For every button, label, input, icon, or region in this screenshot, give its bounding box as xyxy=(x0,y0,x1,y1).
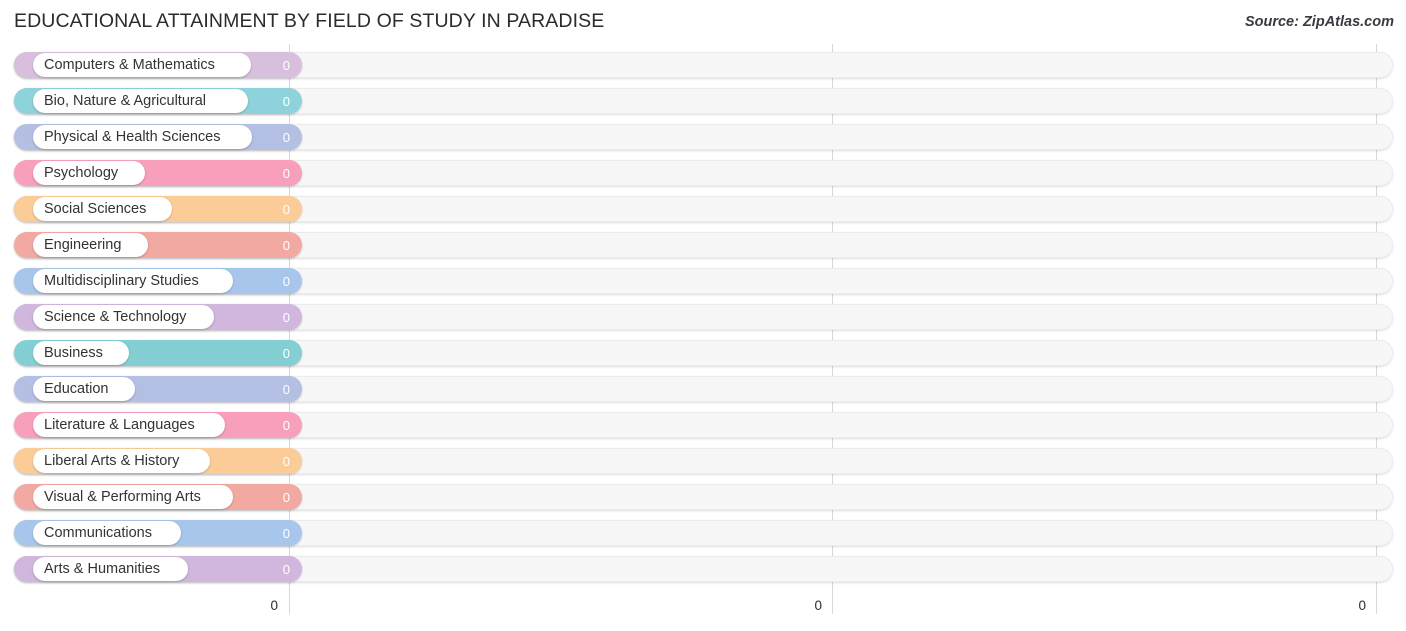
x-axis-tick-0 xyxy=(289,596,290,614)
table-row[interactable]: 0 Arts & Humanities xyxy=(0,554,1406,584)
table-row[interactable]: 0 Social Sciences xyxy=(0,194,1406,224)
category-label-pill[interactable]: Bio, Nature & Agricultural xyxy=(33,89,248,113)
table-row[interactable]: 0 Psychology xyxy=(0,158,1406,188)
category-label-pill[interactable]: Communications xyxy=(33,521,181,545)
table-row[interactable]: 0 Visual & Performing Arts xyxy=(0,482,1406,512)
table-row[interactable]: 0 Physical & Health Sciences xyxy=(0,122,1406,152)
category-label-pill[interactable]: Physical & Health Sciences xyxy=(33,125,252,149)
table-row[interactable]: 0 Communications xyxy=(0,518,1406,548)
category-label-pill[interactable]: Social Sciences xyxy=(33,197,172,221)
category-label: Multidisciplinary Studies xyxy=(44,272,199,289)
x-axis: 0 0 0 xyxy=(0,596,1406,631)
category-label-pill[interactable]: Engineering xyxy=(33,233,148,257)
category-label-pill[interactable]: Psychology xyxy=(33,161,145,185)
category-label: Literature & Languages xyxy=(44,416,195,433)
category-label-pill[interactable]: Computers & Mathematics xyxy=(33,53,251,77)
table-row[interactable]: 0 Engineering xyxy=(0,230,1406,260)
table-row[interactable]: 0 Bio, Nature & Agricultural xyxy=(0,86,1406,116)
x-axis-label-2: 0 xyxy=(1358,598,1366,613)
category-label-pill[interactable]: Education xyxy=(33,377,135,401)
category-label-pill[interactable]: Business xyxy=(33,341,129,365)
table-row[interactable]: 0 Computers & Mathematics xyxy=(0,50,1406,80)
category-label: Visual & Performing Arts xyxy=(44,488,201,505)
category-label: Communications xyxy=(44,524,152,541)
table-row[interactable]: 0 Science & Technology xyxy=(0,302,1406,332)
table-row[interactable]: 0 Liberal Arts & History xyxy=(0,446,1406,476)
table-row[interactable]: 0 Business xyxy=(0,338,1406,368)
x-axis-label-1: 0 xyxy=(814,598,822,613)
category-label: Science & Technology xyxy=(44,308,187,325)
category-label: Physical & Health Sciences xyxy=(44,128,221,145)
page-title: EDUCATIONAL ATTAINMENT BY FIELD OF STUDY… xyxy=(14,10,605,32)
table-row[interactable]: 0 Multidisciplinary Studies xyxy=(0,266,1406,296)
category-label-pill[interactable]: Visual & Performing Arts xyxy=(33,485,233,509)
chart-plot-area: 0 Computers & Mathematics 0 Bio, Nature & A… xyxy=(0,44,1406,596)
source-attribution: Source: ZipAtlas.com xyxy=(1244,14,1394,30)
category-label: Computers & Mathematics xyxy=(44,56,215,73)
category-label-pill[interactable]: Liberal Arts & History xyxy=(33,449,210,473)
x-axis-label-0: 0 xyxy=(270,598,278,613)
category-label: Social Sciences xyxy=(44,200,147,217)
x-axis-tick-2 xyxy=(1376,596,1377,614)
chart-header: EDUCATIONAL ATTAINMENT BY FIELD OF STUDY… xyxy=(0,0,1406,44)
category-label: Education xyxy=(44,380,109,397)
category-label-pill[interactable]: Literature & Languages xyxy=(33,413,225,437)
category-label: Engineering xyxy=(44,236,122,253)
x-axis-tick-1 xyxy=(832,596,833,614)
category-label: Psychology xyxy=(44,164,119,181)
category-label: Liberal Arts & History xyxy=(44,452,180,469)
category-label-pill[interactable]: Multidisciplinary Studies xyxy=(33,269,233,293)
table-row[interactable]: 0 Education xyxy=(0,374,1406,404)
category-label: Bio, Nature & Agricultural xyxy=(44,92,206,109)
table-row[interactable]: 0 Literature & Languages xyxy=(0,410,1406,440)
category-label: Business xyxy=(44,344,103,361)
category-label-pill[interactable]: Arts & Humanities xyxy=(33,557,188,581)
category-label-pill[interactable]: Science & Technology xyxy=(33,305,214,329)
category-label: Arts & Humanities xyxy=(44,560,161,577)
